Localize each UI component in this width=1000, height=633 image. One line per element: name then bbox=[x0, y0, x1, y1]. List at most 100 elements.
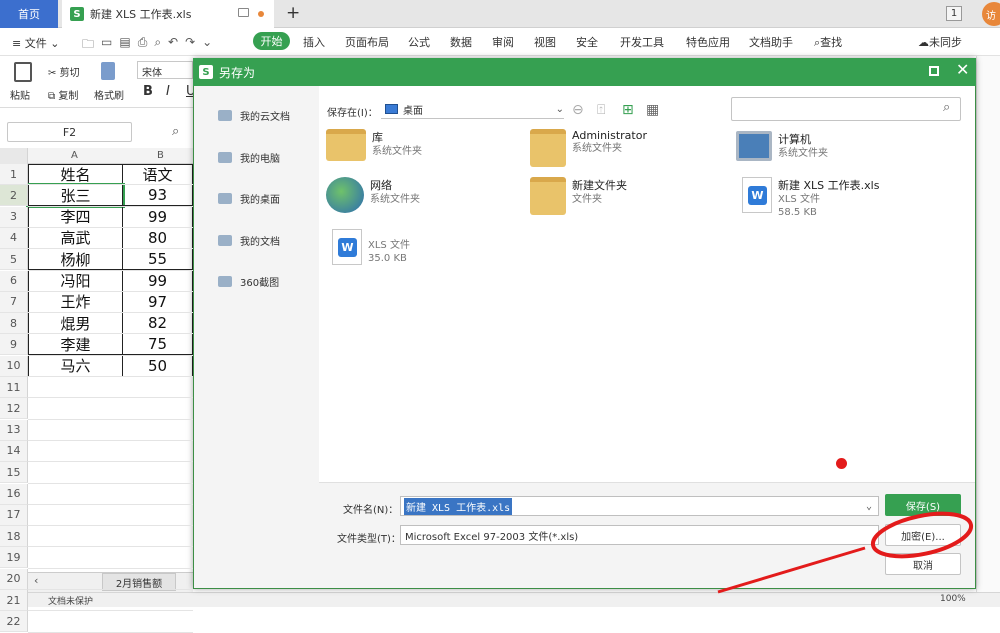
table-cell[interactable]: 93 bbox=[123, 185, 193, 207]
row-header[interactable]: 9 bbox=[0, 334, 28, 356]
row-header[interactable]: 22 bbox=[0, 611, 28, 633]
menu-security[interactable]: 安全 bbox=[576, 34, 598, 50]
export-icon[interactable]: ⌕ bbox=[154, 35, 161, 56]
table-cell[interactable]: 99 bbox=[123, 270, 193, 292]
file-item-network[interactable]: 网络 系统文件夹 bbox=[326, 177, 420, 213]
menu-doc-assistant[interactable]: 文档助手 bbox=[749, 34, 793, 50]
menu-data[interactable]: 数据 bbox=[450, 34, 472, 50]
row-header[interactable]: 21 bbox=[0, 590, 28, 611]
row-header[interactable]: 17 bbox=[0, 504, 28, 526]
save-icon[interactable]: ▭ bbox=[101, 35, 112, 56]
format-painter-button[interactable]: 格式刷 bbox=[94, 87, 124, 102]
copy-button[interactable]: ⧉ 复制 bbox=[48, 87, 78, 102]
table-cell[interactable]: 杨柳 bbox=[28, 249, 123, 271]
row-header[interactable]: 11 bbox=[0, 377, 28, 398]
select-all-corner[interactable] bbox=[0, 148, 28, 164]
new-tab-button[interactable]: + bbox=[286, 3, 300, 23]
window-count-badge[interactable]: 1 bbox=[946, 6, 962, 21]
table-cell[interactable]: 55 bbox=[123, 249, 193, 271]
menu-insert[interactable]: 插入 bbox=[303, 34, 325, 50]
menu-formula[interactable]: 公式 bbox=[408, 34, 430, 50]
row-header[interactable]: 14 bbox=[0, 440, 28, 462]
table-cell[interactable]: 80 bbox=[123, 227, 193, 249]
tab-document[interactable]: S 新建 XLS 工作表.xls bbox=[62, 0, 274, 28]
view-mode-icon[interactable]: ▦ bbox=[646, 102, 659, 118]
row-header[interactable]: 8 bbox=[0, 313, 28, 335]
menu-review[interactable]: 审阅 bbox=[492, 34, 514, 50]
table-cell[interactable]: 李四 bbox=[28, 206, 123, 228]
sidebar-item-desktop[interactable]: 我的桌面 bbox=[218, 191, 280, 206]
table-cell[interactable]: 冯阳 bbox=[28, 270, 123, 292]
save-in-select[interactable]: 桌面 ⌄ bbox=[381, 100, 564, 119]
row-header[interactable]: 19 bbox=[0, 547, 28, 569]
prev-sheet-icon[interactable]: ‹ bbox=[34, 574, 38, 587]
table-cell[interactable]: 王炸 bbox=[28, 291, 123, 313]
cut-button[interactable]: ✂ 剪切 bbox=[48, 64, 80, 79]
print-icon[interactable]: ⎙ bbox=[138, 35, 148, 56]
new-folder-icon[interactable]: ⊞ bbox=[622, 102, 634, 118]
table-cell[interactable]: 张三 bbox=[26, 183, 125, 209]
file-item-xls-1[interactable]: W 新建 XLS 工作表.xls XLS 文件 58.5 KB bbox=[736, 177, 879, 219]
file-item-computer[interactable]: 计算机 系统文件夹 bbox=[736, 131, 828, 161]
redo-icon[interactable]: ↷ bbox=[185, 35, 195, 56]
table-cell[interactable]: 75 bbox=[123, 334, 193, 356]
column-header-a[interactable]: A bbox=[71, 150, 78, 161]
table-cell[interactable]: 马六 bbox=[28, 355, 123, 377]
sidebar-item-cloud-docs[interactable]: 我的云文档 bbox=[218, 108, 290, 123]
table-cell[interactable]: 50 bbox=[123, 355, 193, 377]
file-item-xls-2[interactable]: W XLS 文件 35.0 KB bbox=[326, 229, 410, 265]
row-header[interactable]: 7 bbox=[0, 291, 28, 313]
row-header[interactable]: 3 bbox=[0, 206, 28, 228]
table-cell[interactable]: 姓名 bbox=[28, 164, 123, 185]
menu-find[interactable]: ⌕查找 bbox=[814, 34, 842, 50]
up-folder-icon[interactable]: ⍐ bbox=[597, 102, 605, 118]
search-icon[interactable]: ⌕ bbox=[943, 100, 950, 115]
row-header[interactable]: 6 bbox=[0, 270, 28, 292]
close-icon[interactable]: ✕ bbox=[956, 60, 969, 79]
row-header[interactable]: 15 bbox=[0, 462, 28, 484]
sidebar-item-my-computer[interactable]: 我的电脑 bbox=[218, 150, 280, 165]
table-cell[interactable]: 焜男 bbox=[28, 313, 123, 335]
table-cell[interactable]: 高武 bbox=[28, 227, 123, 249]
column-header-b[interactable]: B bbox=[157, 150, 164, 161]
table-cell[interactable]: 82 bbox=[123, 313, 193, 335]
menu-file[interactable]: ≡ 文件 ⌄ bbox=[12, 35, 59, 51]
row-header[interactable]: 18 bbox=[0, 526, 28, 548]
undo-icon[interactable]: ↶ bbox=[168, 35, 178, 56]
row-header[interactable]: 12 bbox=[0, 398, 28, 420]
table-cell[interactable]: 97 bbox=[123, 291, 193, 313]
menu-developer[interactable]: 开发工具 bbox=[620, 34, 664, 50]
monitor-icon[interactable] bbox=[238, 8, 249, 17]
menu-features[interactable]: 特色应用 bbox=[686, 34, 730, 50]
bold-button[interactable]: B bbox=[143, 84, 153, 99]
table-cell[interactable]: 语文 bbox=[123, 164, 193, 185]
back-icon[interactable]: ⊖ bbox=[572, 102, 584, 118]
file-item-library[interactable]: 库系统文件夹 bbox=[326, 129, 422, 161]
maximize-icon[interactable] bbox=[929, 66, 939, 76]
more-icon[interactable]: ⌄ bbox=[202, 35, 212, 56]
menu-view[interactable]: 视图 bbox=[534, 34, 556, 50]
open-icon[interactable]: 🗀 bbox=[82, 35, 94, 56]
table-cell[interactable]: 李建 bbox=[28, 334, 123, 356]
row-header[interactable]: 20 bbox=[0, 568, 28, 590]
protection-status[interactable]: 文档未保护 bbox=[48, 594, 93, 607]
zoom-icon[interactable]: ⌕ bbox=[172, 124, 179, 139]
file-item-new-folder[interactable]: 新建文件夹 文件夹 bbox=[530, 177, 627, 215]
menu-start-tab[interactable]: 开始 bbox=[253, 32, 290, 50]
row-header[interactable]: 4 bbox=[0, 227, 28, 249]
tab-home[interactable]: 首页 bbox=[0, 0, 58, 28]
search-input[interactable] bbox=[731, 97, 961, 121]
paste-icon[interactable] bbox=[14, 62, 32, 82]
row-header[interactable]: 1 bbox=[0, 164, 28, 185]
sidebar-item-my-documents[interactable]: 我的文档 bbox=[218, 233, 280, 248]
italic-button[interactable]: I bbox=[166, 84, 170, 99]
print-preview-icon[interactable]: ▤ bbox=[119, 35, 130, 56]
font-family-select[interactable]: 宋体 bbox=[137, 61, 193, 79]
paste-label[interactable]: 粘贴 bbox=[10, 87, 30, 102]
sidebar-item-screenshots[interactable]: 360截图 bbox=[218, 274, 279, 289]
file-item-administrator[interactable]: Administrator 系统文件夹 bbox=[530, 129, 647, 167]
format-painter-icon[interactable] bbox=[101, 62, 115, 80]
row-header[interactable]: 13 bbox=[0, 419, 28, 441]
row-header[interactable]: 10 bbox=[0, 355, 28, 377]
user-avatar[interactable]: 访 bbox=[982, 2, 1000, 26]
